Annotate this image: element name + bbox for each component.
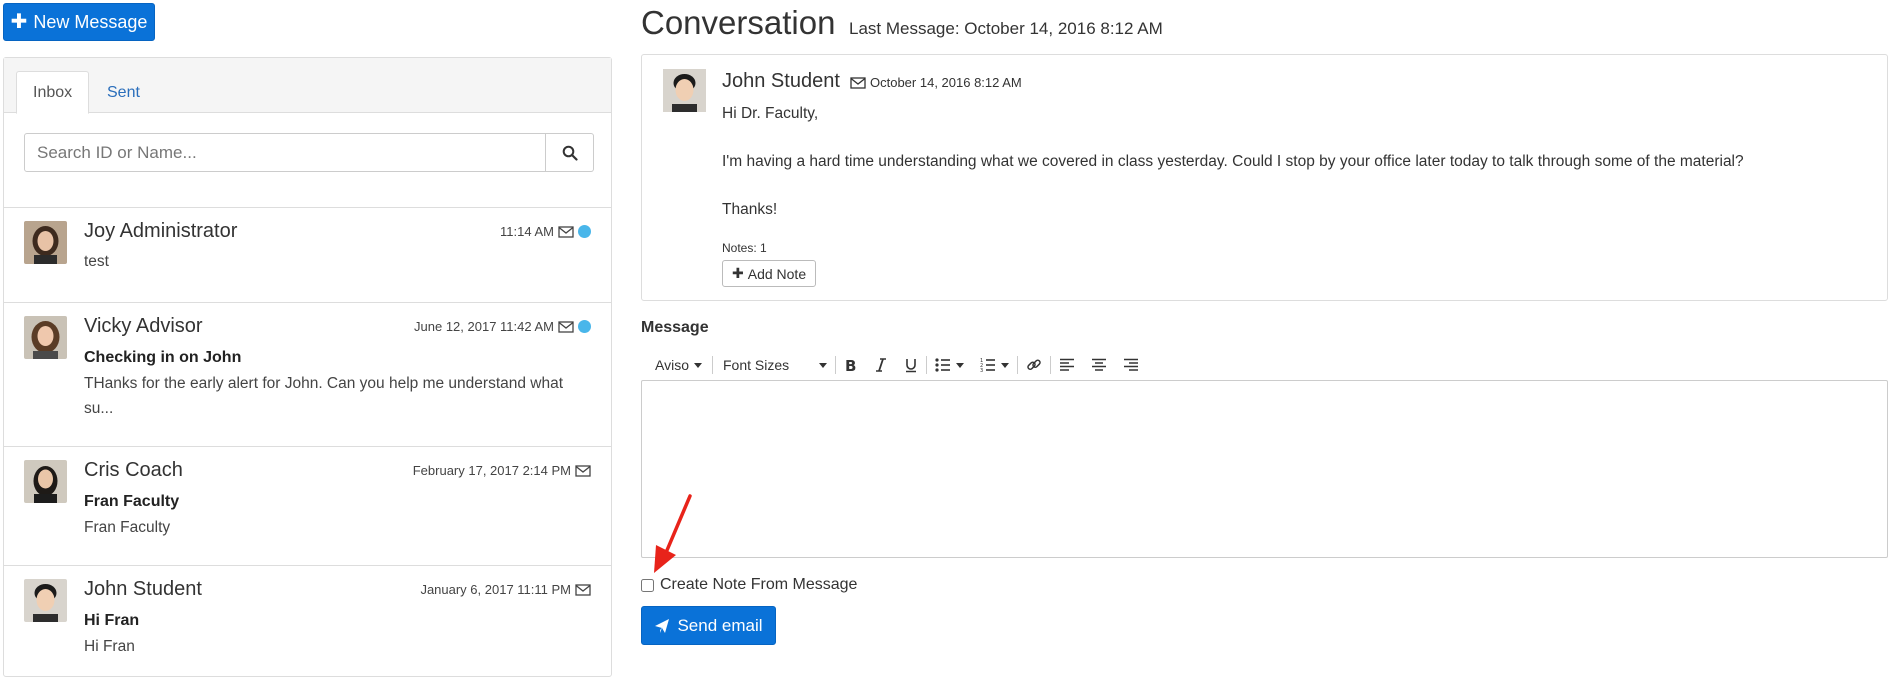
svg-text:B: B bbox=[845, 357, 856, 373]
conversation-title: Conversation bbox=[641, 4, 836, 41]
envelope-icon bbox=[575, 464, 591, 477]
message-body: Hi Dr. Faculty, I'm having a hard time u… bbox=[722, 102, 1744, 222]
italic-button[interactable] bbox=[866, 353, 896, 377]
inbox-panel: Inbox Sent Joy Administrator bbox=[3, 57, 612, 677]
body-greeting: Hi Dr. Faculty, bbox=[722, 105, 819, 122]
send-email-label: Send email bbox=[677, 615, 763, 635]
sender-name: John Student bbox=[84, 578, 202, 600]
chevron-down-icon bbox=[818, 362, 827, 368]
tab-sent[interactable]: Sent bbox=[91, 71, 156, 114]
bold-icon: B bbox=[845, 357, 856, 373]
plus-icon: ✚ bbox=[10, 11, 28, 33]
avatar bbox=[24, 221, 67, 264]
avatar bbox=[24, 460, 67, 503]
unread-indicator bbox=[578, 225, 591, 238]
svg-text:3: 3 bbox=[980, 368, 983, 372]
plus-icon: ✚ bbox=[732, 265, 744, 281]
paper-plane-icon bbox=[655, 618, 670, 633]
chevron-down-icon bbox=[1000, 362, 1009, 368]
envelope-icon bbox=[558, 320, 574, 333]
add-note-label: Add Note bbox=[747, 265, 807, 282]
message-sender: John Student bbox=[722, 70, 840, 92]
inbox-item-cris-coach[interactable]: Cris Coach February 17, 2017 2:14 PM Fra… bbox=[4, 446, 611, 565]
annotation-arrow-icon bbox=[654, 494, 692, 573]
inbox-list: Joy Administrator 11:14 AM test Vicky Ad… bbox=[4, 207, 611, 684]
font-size-dropdown[interactable]: Font Sizes bbox=[713, 353, 835, 377]
avatar bbox=[24, 316, 67, 359]
panel-tabs: Inbox Sent bbox=[4, 58, 611, 114]
align-right-button[interactable] bbox=[1115, 353, 1147, 377]
italic-icon bbox=[875, 358, 886, 372]
send-email-button[interactable]: Send email bbox=[641, 606, 776, 645]
link-icon bbox=[1027, 359, 1041, 371]
envelope-icon bbox=[850, 76, 866, 89]
envelope-icon bbox=[558, 225, 574, 238]
chevron-down-icon bbox=[955, 362, 964, 368]
unordered-list-icon bbox=[935, 358, 950, 372]
align-center-icon bbox=[1091, 358, 1106, 371]
envelope-icon bbox=[575, 583, 591, 596]
bullet-list-button[interactable] bbox=[927, 353, 972, 377]
message-card: John Student October 14, 2016 8:12 AM Hi… bbox=[641, 54, 1888, 301]
numbered-list-button[interactable]: 123 bbox=[972, 353, 1017, 377]
new-message-button[interactable]: ✚ New Message bbox=[3, 3, 155, 41]
sender-name: Vicky Advisor bbox=[84, 315, 203, 337]
inbox-item-vicky-advisor[interactable]: Vicky Advisor June 12, 2017 11:42 AM Che… bbox=[4, 302, 611, 446]
underline-button[interactable] bbox=[896, 353, 926, 377]
bold-button[interactable]: B bbox=[836, 353, 866, 377]
message-subject: Checking in on John bbox=[84, 349, 242, 366]
date-text: October 14, 2016 8:12 AM bbox=[870, 75, 1022, 90]
search-input[interactable] bbox=[24, 133, 546, 172]
search-bar bbox=[24, 133, 594, 172]
message-time: February 17, 2017 2:14 PM bbox=[413, 463, 591, 478]
inbox-item-joy-administrator[interactable]: Joy Administrator 11:14 AM test bbox=[4, 207, 611, 302]
message-editor[interactable] bbox=[641, 380, 1888, 558]
message-preview: Hi Fran bbox=[84, 638, 135, 655]
editor-toolbar: Aviso Font Sizes B 123 bbox=[641, 353, 1888, 377]
time-text: June 12, 2017 11:42 AM bbox=[414, 319, 554, 334]
search-button[interactable] bbox=[546, 133, 594, 172]
message-preview: test bbox=[84, 253, 109, 270]
message-subject: Fran Faculty bbox=[84, 493, 180, 510]
search-icon bbox=[562, 145, 578, 161]
message-time: January 6, 2017 11:11 PM bbox=[420, 582, 591, 597]
create-note-option[interactable]: Create Note From Message bbox=[641, 576, 857, 594]
message-preview: THanks for the early alert for John. Can… bbox=[84, 375, 564, 417]
notes-count: Notes: 1 bbox=[722, 241, 767, 255]
message-preview: Fran Faculty bbox=[84, 519, 171, 536]
body-paragraph: I'm having a hard time understanding wha… bbox=[722, 153, 1744, 170]
align-left-button[interactable] bbox=[1051, 353, 1083, 377]
align-center-button[interactable] bbox=[1083, 353, 1115, 377]
time-text: February 17, 2017 2:14 PM bbox=[412, 463, 571, 478]
message-time: 11:14 AM bbox=[500, 224, 591, 239]
ordered-list-icon: 123 bbox=[980, 358, 995, 372]
font-family-value: Aviso bbox=[655, 357, 689, 373]
align-left-icon bbox=[1059, 358, 1074, 371]
sender-name: Cris Coach bbox=[84, 459, 183, 481]
font-size-value: Font Sizes bbox=[722, 357, 790, 373]
message-subject: Hi Fran bbox=[84, 612, 140, 629]
message-date: October 14, 2016 8:12 AM bbox=[850, 75, 1022, 90]
unread-indicator bbox=[578, 320, 591, 333]
add-note-button[interactable]: ✚ Add Note bbox=[722, 260, 817, 287]
new-message-label: New Message bbox=[33, 11, 148, 32]
underline-icon bbox=[905, 359, 916, 373]
sender-name: Joy Administrator bbox=[84, 220, 238, 242]
time-text: January 6, 2017 11:11 PM bbox=[420, 582, 571, 597]
message-time: June 12, 2017 11:42 AM bbox=[414, 319, 591, 334]
avatar bbox=[663, 69, 706, 112]
body-signoff: Thanks! bbox=[722, 201, 778, 218]
time-text: 11:14 AM bbox=[500, 224, 554, 239]
chevron-down-icon bbox=[693, 362, 702, 368]
align-right-icon bbox=[1123, 358, 1138, 371]
font-family-dropdown[interactable]: Aviso bbox=[641, 353, 712, 377]
tab-inbox[interactable]: Inbox bbox=[16, 71, 90, 114]
last-message-info: Last Message: October 14, 2016 8:12 AM bbox=[849, 19, 1163, 38]
inbox-item-john-student[interactable]: John Student January 6, 2017 11:11 PM Hi… bbox=[4, 565, 611, 684]
avatar bbox=[24, 579, 67, 622]
create-note-label: Create Note From Message bbox=[660, 576, 858, 593]
message-label: Message bbox=[641, 319, 709, 336]
create-note-checkbox[interactable] bbox=[641, 578, 654, 592]
link-button[interactable] bbox=[1018, 353, 1050, 377]
